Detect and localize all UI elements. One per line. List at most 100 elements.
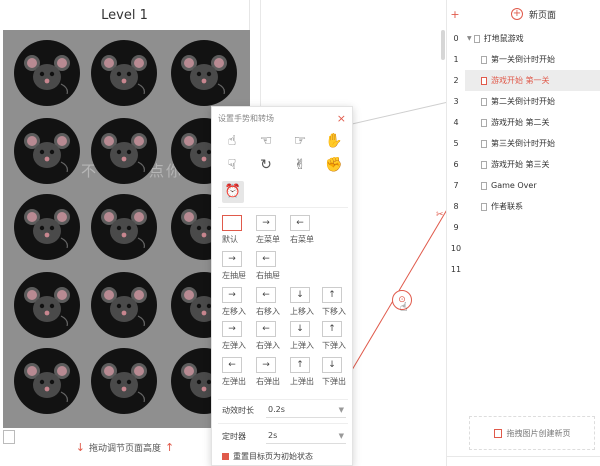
- transition-arrow-icon: ←: [256, 321, 276, 337]
- page-item-label: 游戏开始 第三关: [491, 160, 550, 169]
- page-number: 6: [453, 160, 459, 169]
- page-item-label: Game Over: [491, 181, 537, 190]
- chevron-down-icon: ▼: [338, 432, 344, 440]
- transition-option[interactable]: ← 左弹出: [222, 357, 252, 387]
- page-number: 11: [450, 265, 462, 274]
- transition-option[interactable]: ↓ 下弹出: [322, 357, 352, 387]
- page-item[interactable]: Game Over: [465, 175, 600, 196]
- page-item[interactable]: 游戏开始 第二关: [465, 112, 600, 133]
- page-item[interactable]: 第二关倒计时开始: [465, 91, 600, 112]
- page-number: 1: [453, 55, 459, 64]
- page-item[interactable]: 第一关倒计时开始: [465, 49, 600, 70]
- collapse-arrow-icon[interactable]: ▼: [467, 35, 472, 42]
- timer-icon[interactable]: ⏰: [222, 181, 244, 203]
- page-item-label: 游戏开始 第二关: [491, 118, 550, 127]
- transition-label: 下移入: [322, 307, 346, 316]
- duration-select[interactable]: 0.2s ▼: [266, 402, 346, 418]
- transition-label: 下弹出: [322, 377, 346, 386]
- new-page-button[interactable]: + 新页面: [511, 8, 556, 21]
- page-list-footer: [446, 456, 600, 466]
- transition-option[interactable]: ← 右抽屉: [256, 251, 286, 281]
- link-line-red: [351, 185, 462, 371]
- page-doc-icon: [481, 202, 487, 211]
- page-item-label: 作者联系: [491, 202, 523, 211]
- page-doc-icon: [481, 55, 487, 64]
- swipe-right-icon[interactable]: ☟: [222, 155, 242, 175]
- swipe-left-icon[interactable]: ✋: [324, 131, 344, 151]
- page-item[interactable]: 游戏开始 第三关: [465, 154, 600, 175]
- transition-option[interactable]: ↓ 上弹入: [290, 321, 320, 351]
- gesture-transition-panel: 设置手势和转场 × ☝ ☜ ☞ ✋ ☟ ↻ ✌ ✊ ⏰ 默认 → 左菜单 ← 右菜单 → 左…: [211, 106, 353, 466]
- close-icon[interactable]: ×: [337, 112, 346, 125]
- rotate-icon[interactable]: ↻: [256, 155, 276, 175]
- transition-label: 左移入: [222, 307, 246, 316]
- page-number: 4: [453, 118, 459, 127]
- page-tree: ▼ 打地鼠游戏 第一关倒计时开始 游戏开始 第一关第二关倒计时开始 游戏开始 第二关…: [465, 28, 600, 217]
- drop-hint: 拖拽图片创建新页: [506, 428, 571, 438]
- transition-arrow-icon: →: [256, 215, 276, 231]
- long-press-icon[interactable]: ☞: [290, 131, 310, 151]
- transition-option[interactable]: ↑ 下弹入: [322, 321, 352, 351]
- transition-label: 右弹出: [256, 377, 280, 386]
- reset-label: 重置目标页为初始状态: [233, 452, 313, 461]
- transition-label: 下弹入: [322, 341, 346, 350]
- page-number-column: 0 1 2 3 4 5 6 7 8 9 10 11: [447, 28, 465, 280]
- timer-select[interactable]: 2s ▼: [266, 428, 346, 444]
- transition-arrow-icon: ↑: [322, 287, 342, 303]
- transition-option[interactable]: 默认: [222, 215, 252, 245]
- panel-divider: [218, 399, 348, 400]
- transition-option[interactable]: ↓ 上移入: [290, 287, 320, 317]
- tree-root[interactable]: ▼ 打地鼠游戏: [465, 28, 600, 49]
- link-line-gray: [351, 99, 458, 125]
- double-tap-icon[interactable]: ☜: [256, 131, 276, 151]
- transition-option[interactable]: ↑ 上弹出: [290, 357, 320, 387]
- transition-option[interactable]: → 右弹出: [256, 357, 286, 387]
- page-number: 8: [453, 202, 459, 211]
- page-list-panel: + + 新页面 0 1 2 3 4 5 6 7 8 9 10 11 ▼ 打地鼠游戏 第一关倒计时开始游…: [446, 0, 600, 466]
- transition-option[interactable]: → 左菜单: [256, 215, 286, 245]
- transition-option[interactable]: → 左弹入: [222, 321, 252, 351]
- transition-option[interactable]: → 左移入: [222, 287, 252, 317]
- transition-option[interactable]: ↑ 下移入: [322, 287, 352, 317]
- reset-target-checkbox[interactable]: 重置目标页为初始状态: [222, 451, 313, 462]
- page-doc-icon: [473, 34, 480, 43]
- page-item[interactable]: 游戏开始 第一关: [465, 70, 600, 91]
- page-item[interactable]: 第三关倒计时开始: [465, 133, 600, 154]
- page-item-label: 第二关倒计时开始: [491, 97, 555, 106]
- checkbox-checked-icon: [222, 453, 229, 460]
- scissors-icon: ✂: [436, 210, 444, 220]
- transition-arrow-icon: ←: [256, 287, 276, 303]
- add-icon[interactable]: +: [447, 8, 463, 21]
- transition-label: 左菜单: [256, 235, 280, 244]
- transition-option[interactable]: ← 右菜单: [290, 215, 320, 245]
- scrollbar[interactable]: [441, 30, 445, 60]
- drop-image-zone[interactable]: 拖拽图片创建新页: [469, 416, 595, 450]
- transition-arrow-icon: [222, 215, 242, 231]
- transition-label: 上弹出: [290, 377, 314, 386]
- transition-arrow-icon: ↑: [290, 357, 310, 373]
- duration-value: 0.2s: [268, 405, 285, 414]
- transition-option[interactable]: → 左抽屉: [222, 251, 252, 281]
- page-number: 5: [453, 139, 459, 148]
- transition-arrow-icon: ←: [290, 215, 310, 231]
- image-add-icon: [493, 428, 502, 438]
- page-number: 9: [453, 223, 459, 232]
- transition-label: 右菜单: [290, 235, 314, 244]
- page-item[interactable]: 作者联系: [465, 196, 600, 217]
- page-number: 3: [453, 97, 459, 106]
- tree-root-label: 打地鼠游戏: [483, 34, 524, 43]
- transition-arrow-icon: →: [222, 251, 242, 267]
- pinch-icon[interactable]: ✌: [290, 155, 310, 175]
- page-doc-icon: [481, 76, 487, 85]
- shake-icon[interactable]: ✊: [324, 155, 344, 175]
- transition-label: 左弹入: [222, 341, 246, 350]
- transition-option[interactable]: ← 右移入: [256, 287, 286, 317]
- transition-option[interactable]: ← 右弹入: [256, 321, 286, 351]
- tap-icon[interactable]: ☝: [222, 131, 242, 151]
- duration-label: 动效时长: [222, 406, 254, 415]
- page-doc-icon: [481, 118, 487, 127]
- transition-label: 右抽屉: [256, 271, 280, 280]
- transition-arrow-icon: ↓: [290, 321, 310, 337]
- page-number: 0: [453, 34, 459, 43]
- page-item-label: 第三关倒计时开始: [491, 139, 555, 148]
